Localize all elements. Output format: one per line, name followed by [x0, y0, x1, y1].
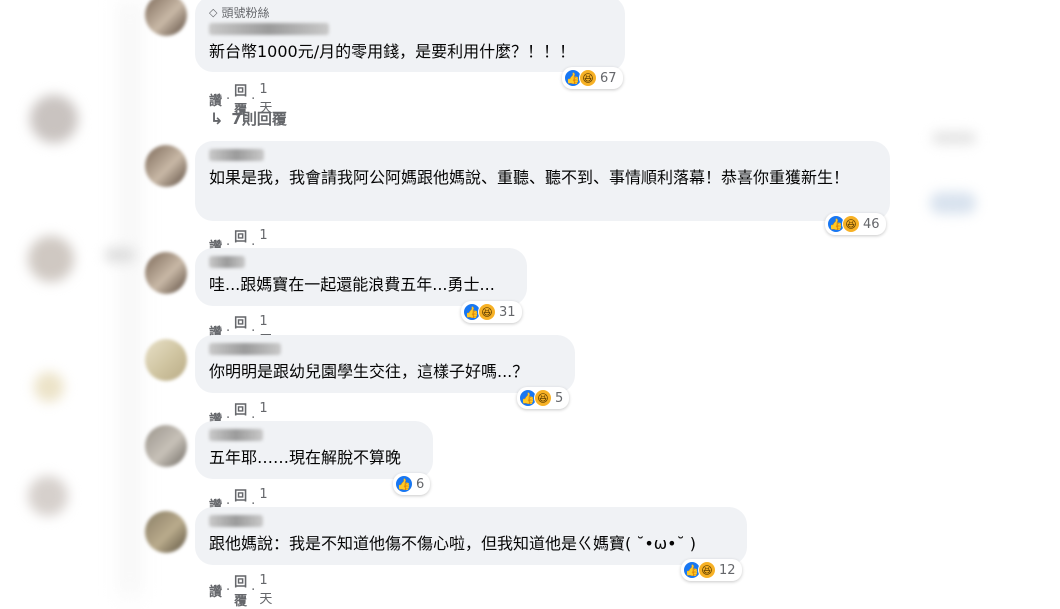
page-edge-blur [120, 0, 140, 596]
commenter-name[interactable] [209, 149, 264, 161]
reaction-count: 6 [416, 476, 425, 492]
haha-icon: 😆 [842, 215, 860, 233]
reaction-summary[interactable]: 👍 😆 12 [681, 559, 742, 581]
avatar[interactable] [145, 0, 187, 36]
comment-bubble: 五年耶……現在解脫不算晚 [195, 421, 433, 479]
comment-bubble: 如果是我，我會請我阿公阿媽跟他媽說、重聽、聽不到、事情順利落幕！恭喜你重獲新生！ [195, 141, 890, 221]
comment-text: 如果是我，我會請我阿公阿媽跟他媽說、重聽、聽不到、事情順利落幕！恭喜你重獲新生！ [209, 168, 850, 187]
reaction-summary[interactable]: 👍 😆 46 [825, 213, 886, 235]
commenter-name[interactable] [209, 515, 263, 527]
comment-actions: 讚 · 回覆 · 1天 [209, 571, 272, 609]
timestamp[interactable]: 1天 [259, 573, 272, 607]
comment-text: 哇...跟媽寶在一起還能浪費五年...勇士... [209, 275, 495, 294]
badge-label: 頭號粉絲 [221, 6, 270, 20]
comment-bubble: 跟他媽說：我是不知道他傷不傷心啦，但我知道他是ㄍ媽寶( ˘•ω•˘ ) [195, 507, 747, 565]
commenter-name[interactable] [209, 429, 263, 441]
reaction-count: 5 [555, 390, 564, 406]
reaction-summary[interactable]: 👍 6 [393, 473, 431, 495]
avatar[interactable] [145, 511, 187, 553]
background-blur [932, 132, 976, 144]
haha-icon: 😆 [698, 561, 716, 579]
haha-icon: 😆 [579, 69, 597, 87]
haha-icon: 😆 [534, 389, 552, 407]
commenter-name[interactable] [209, 343, 281, 355]
like-icon: 👍 [395, 475, 413, 493]
reaction-count: 67 [600, 70, 617, 86]
reaction-count: 46 [863, 216, 880, 232]
view-replies-label: 7則回覆 [231, 110, 287, 128]
avatar[interactable] [145, 145, 187, 187]
like-button[interactable]: 讚 [209, 581, 222, 600]
comment-bubble: ◇ 頭號粉絲 新台幣1000元/月的零用錢，是要利用什麼？！！！ [195, 0, 625, 72]
avatar[interactable] [145, 339, 187, 381]
reply-arrow-icon: ↳ [210, 109, 224, 128]
avatar[interactable] [145, 425, 187, 467]
diamond-icon: ◇ [209, 6, 218, 19]
view-replies-link[interactable]: ↳ 7則回覆 [210, 108, 287, 129]
separator: · [226, 582, 231, 598]
comment-text: 跟他媽說：我是不知道他傷不傷心啦，但我知道他是ㄍ媽寶( ˘•ω•˘ ) [209, 534, 696, 553]
reply-button[interactable]: 回覆 [234, 571, 247, 609]
top-fan-badge: ◇ 頭號粉絲 [209, 4, 611, 21]
commenter-name[interactable] [209, 256, 245, 268]
reaction-count: 31 [499, 304, 516, 320]
commenter-name[interactable] [209, 23, 329, 35]
comment-bubble: 哇...跟媽寶在一起還能浪費五年...勇士... [195, 248, 527, 306]
background-avatar-blur [34, 372, 64, 402]
reaction-count: 12 [719, 562, 736, 578]
background-blur [105, 248, 135, 262]
like-button[interactable]: 讚 [209, 90, 222, 109]
haha-icon: 😆 [478, 303, 496, 321]
reaction-summary[interactable]: 👍 😆 31 [461, 301, 522, 323]
reaction-summary[interactable]: 👍 😆 5 [517, 387, 570, 409]
comment-text: 新台幣1000元/月的零用錢，是要利用什麼？！！！ [209, 42, 576, 61]
comment-bubble: 你明明是跟幼兒園學生交往，這樣子好嗎...？ [195, 335, 575, 393]
comment-text: 你明明是跟幼兒園學生交往，這樣子好嗎...？ [209, 362, 529, 381]
avatar[interactable] [145, 252, 187, 294]
background-blur [930, 192, 976, 214]
separator: · [251, 582, 256, 598]
background-avatar-blur [28, 476, 68, 516]
comment-text: 五年耶……現在解脫不算晚 [209, 448, 402, 467]
reaction-summary[interactable]: 👍 😆 67 [562, 67, 623, 89]
separator: · [251, 91, 256, 107]
background-avatar-blur [28, 236, 74, 282]
background-avatar-blur [30, 95, 78, 143]
separator: · [226, 91, 231, 107]
